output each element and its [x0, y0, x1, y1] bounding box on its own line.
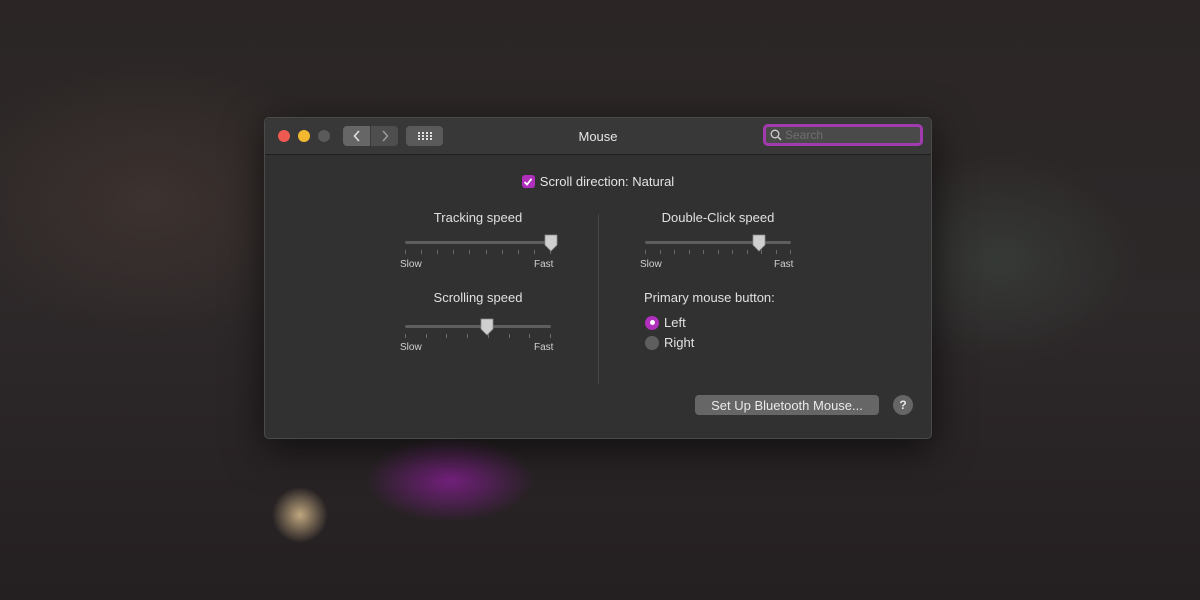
search-field[interactable] — [763, 124, 923, 146]
scrolling-slow-label: Slow — [400, 342, 422, 353]
slider-knob[interactable] — [544, 234, 558, 252]
double-click-slow-label: Slow — [640, 259, 662, 270]
slider-tick — [467, 334, 468, 338]
scrolling-speed-slider[interactable] — [405, 318, 551, 338]
slider-tick — [534, 250, 535, 254]
slider-tick — [469, 250, 470, 254]
slider-tick — [446, 334, 447, 338]
slider-tick — [718, 250, 719, 254]
slider-tick — [453, 250, 454, 254]
slider-knob[interactable] — [752, 234, 766, 252]
slider-tick — [550, 334, 551, 338]
slider-tick — [674, 250, 675, 254]
tracking-fast-label: Fast — [534, 259, 554, 270]
slider-tick — [645, 250, 646, 254]
radio-right-label: Right — [664, 335, 695, 350]
tracking-speed-slider[interactable] — [405, 234, 558, 254]
scrolling-fast-label: Fast — [534, 342, 554, 353]
column-divider — [598, 214, 599, 384]
slider-tick — [529, 334, 530, 338]
scroll-direction-checkbox[interactable] — [521, 175, 535, 188]
slider-tick — [509, 334, 510, 338]
mouse-preferences-window: Mouse Scroll direction: Natural Tracking… — [264, 117, 932, 439]
slider-tick — [660, 250, 661, 254]
search-icon — [770, 129, 782, 141]
slider-tick — [421, 250, 422, 254]
help-button[interactable]: ? — [893, 395, 913, 415]
slider-track — [645, 241, 791, 244]
slider-tick — [437, 250, 438, 254]
scroll-direction-row[interactable]: Scroll direction: Natural — [265, 174, 931, 189]
search-input[interactable] — [782, 128, 915, 142]
radio-right[interactable] — [645, 335, 659, 350]
slider-track — [405, 325, 551, 328]
radio-left-label: Left — [664, 315, 686, 330]
slider-tick — [747, 250, 748, 254]
radio-left[interactable] — [645, 315, 659, 330]
slider-tick — [502, 250, 503, 254]
slider-tick — [776, 250, 777, 254]
double-click-speed-slider[interactable] — [645, 234, 791, 254]
primary-button-label: Primary mouse button: — [644, 290, 775, 305]
tracking-speed-label: Tracking speed — [433, 210, 523, 225]
scroll-direction-label: Scroll direction: Natural — [539, 174, 675, 189]
slider-tick — [732, 250, 733, 254]
slider-tick — [405, 334, 406, 338]
help-icon: ? — [899, 398, 907, 412]
double-click-fast-label: Fast — [774, 259, 794, 270]
double-click-speed-label: Double-Click speed — [661, 210, 775, 225]
slider-tick — [426, 334, 427, 338]
tracking-slow-label: Slow — [400, 259, 422, 270]
set-up-bluetooth-mouse-button[interactable]: Set Up Bluetooth Mouse... — [695, 395, 879, 415]
slider-track — [405, 241, 551, 244]
slider-tick — [405, 250, 406, 254]
slider-tick — [689, 250, 690, 254]
radio-option-right[interactable]: Right — [645, 335, 694, 350]
slider-knob[interactable] — [480, 318, 494, 336]
slider-tick — [518, 250, 519, 254]
title-bar: Mouse — [265, 118, 931, 155]
checkmark-icon — [524, 177, 533, 186]
scrolling-speed-label: Scrolling speed — [433, 290, 523, 305]
slider-tick — [486, 250, 487, 254]
slider-tick — [703, 250, 704, 254]
radio-option-left[interactable]: Left — [645, 315, 686, 330]
slider-tick — [790, 250, 791, 254]
